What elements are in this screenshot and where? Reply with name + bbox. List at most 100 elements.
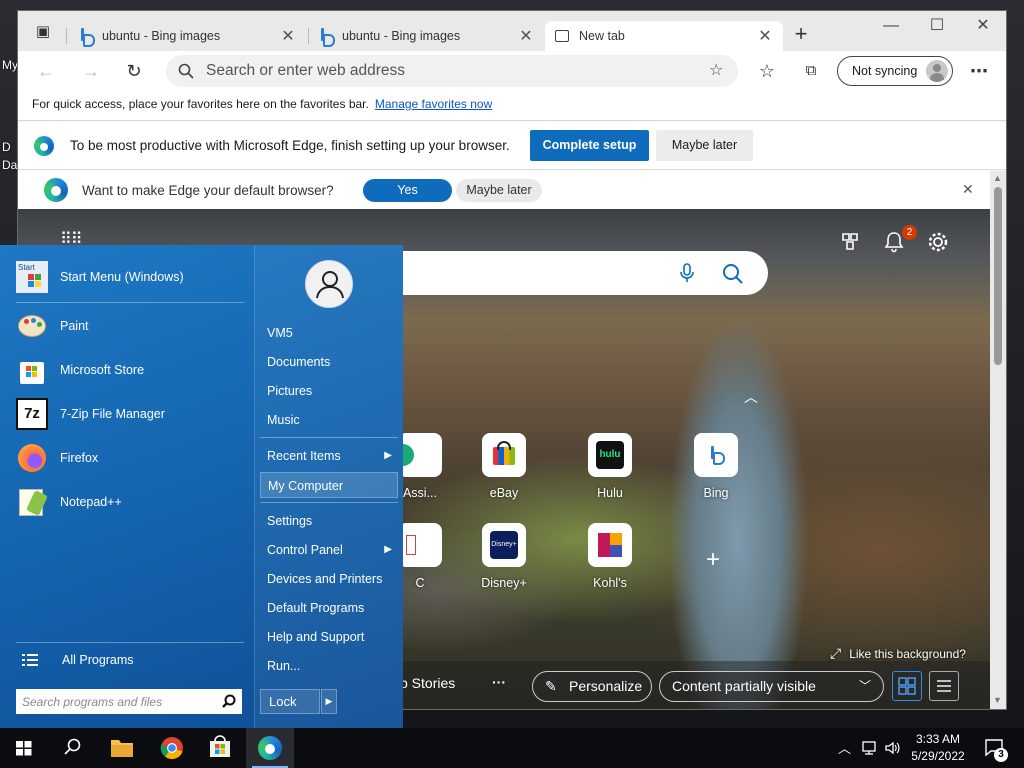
scroll-down-arrow-icon[interactable]: ▼	[993, 695, 1002, 705]
forward-button[interactable]: →	[76, 56, 106, 86]
tab-close-icon[interactable]: ✕	[757, 26, 773, 46]
grid-layout-button[interactable]	[892, 671, 922, 701]
search-icon[interactable]	[222, 694, 236, 708]
system-clock[interactable]: 3:33 AM 5/29/2022	[906, 731, 970, 765]
complete-setup-button[interactable]: Complete setup	[530, 130, 649, 161]
tab-close-icon[interactable]: ✕	[518, 26, 534, 46]
content-visibility-label: Content partially visible	[672, 678, 816, 694]
tab-new-tab[interactable]: New tab ✕	[545, 21, 783, 51]
start-link-help-support[interactable]: Help and Support	[260, 624, 398, 650]
start-button[interactable]	[0, 728, 48, 768]
tab-ubuntu-bing-1[interactable]: ubuntu - Bing images ✕	[70, 21, 306, 51]
list-icon	[22, 652, 38, 668]
show-hidden-icons-chevron-up-icon[interactable]: ︿	[838, 738, 851, 757]
search-submit-icon[interactable]	[722, 263, 744, 285]
user-avatar-icon[interactable]	[305, 260, 353, 308]
default-maybe-later-button[interactable]: Maybe later	[456, 179, 542, 202]
add-favorite-icon[interactable]: ☆	[709, 60, 723, 80]
collections-icon[interactable]: ⧉	[796, 56, 826, 86]
page-settings-gear-icon[interactable]	[927, 231, 949, 253]
close-window-button[interactable]: ✕	[960, 11, 1006, 45]
tile-label: Bing	[703, 486, 729, 500]
start-icon	[16, 741, 32, 756]
quick-link-tile-ebay[interactable]: eBay	[472, 433, 536, 500]
list-layout-button[interactable]	[929, 671, 959, 701]
manage-favorites-link[interactable]: Manage favorites now	[375, 97, 492, 111]
taskbar-edge[interactable]	[246, 728, 294, 768]
start-menu-item-start-menu-windows[interactable]: Start Start Menu (Windows)	[16, 259, 184, 295]
taskbar-store[interactable]	[196, 728, 244, 768]
start-link-run[interactable]: Run...	[260, 653, 398, 679]
notifications-bell-icon[interactable]	[884, 231, 904, 253]
new-tab-button[interactable]: +	[786, 19, 816, 49]
firefox-icon	[16, 442, 48, 474]
start-link-music[interactable]: Music	[260, 407, 398, 433]
feed-more-button[interactable]: ···	[492, 674, 506, 690]
taskbar-search-button[interactable]	[48, 728, 96, 768]
quick-link-tile-disney[interactable]: Disney+ Disney+	[472, 523, 536, 590]
start-menu-item-paint[interactable]: Paint	[16, 308, 89, 344]
refresh-button[interactable]: ↻	[119, 56, 149, 86]
address-bar[interactable]: ☆	[166, 55, 738, 87]
like-background-link[interactable]: ⤢ Like this background?	[830, 645, 966, 662]
paint-icon	[16, 310, 48, 342]
tab-strip: ▣ ubuntu - Bing images ✕ ubuntu - Bing i…	[18, 11, 1006, 51]
content-visibility-dropdown[interactable]: Content partially visible ﹀	[659, 671, 884, 702]
start-menu-item-firefox[interactable]: Firefox	[16, 440, 98, 476]
favorites-icon[interactable]: ☆	[752, 56, 782, 86]
start-link-default-programs[interactable]: Default Programs	[260, 595, 398, 621]
page-scrollbar[interactable]: ▲ ▼	[990, 171, 1006, 709]
start-menu-item-notepadpp[interactable]: Notepad++	[16, 484, 122, 520]
lock-button[interactable]: Lock	[260, 689, 320, 714]
start-link-pictures[interactable]: Pictures	[260, 378, 398, 404]
tab-actions-icon[interactable]: ▣	[28, 17, 58, 47]
action-center-button[interactable]: 3	[980, 736, 1008, 762]
like-background-text: Like this background?	[849, 647, 966, 661]
personalize-button[interactable]: ✎ Personalize	[532, 671, 652, 702]
back-button[interactable]: ←	[31, 56, 61, 86]
start-search-box[interactable]	[16, 689, 242, 714]
top-stories-tab[interactable]: p Stories	[400, 675, 455, 691]
start-link-devices-printers[interactable]: Devices and Printers	[260, 566, 398, 592]
c-site-icon	[398, 523, 442, 567]
taskbar-chrome[interactable]	[148, 728, 196, 768]
start-link-settings[interactable]: Settings	[260, 508, 398, 534]
voice-search-icon[interactable]	[680, 263, 694, 283]
network-icon[interactable]	[861, 740, 879, 756]
start-menu-item-7zip[interactable]: 7z 7-Zip File Manager	[16, 396, 165, 432]
taskbar-file-explorer[interactable]	[98, 728, 146, 768]
start-link-vm5[interactable]: VM5	[260, 320, 398, 346]
start-menu-item-label: Notepad++	[60, 495, 122, 509]
bing-icon	[320, 28, 335, 47]
maximize-button[interactable]: ☐	[914, 11, 960, 45]
start-link-control-panel[interactable]: Control Panel ▶	[260, 537, 398, 563]
add-shortcut-button[interactable]: +	[706, 546, 720, 574]
default-yes-button[interactable]: Yes	[363, 179, 452, 202]
start-link-documents[interactable]: Documents	[260, 349, 398, 375]
tab-ubuntu-bing-2[interactable]: ubuntu - Bing images ✕	[310, 21, 544, 51]
volume-icon[interactable]	[884, 740, 902, 756]
settings-more-button[interactable]: ⋯	[964, 56, 994, 86]
address-input[interactable]	[206, 61, 686, 81]
scroll-up-arrow-icon[interactable]: ▲	[993, 173, 1002, 183]
profile-sync-button[interactable]: Not syncing	[837, 56, 953, 86]
setup-maybe-later-button[interactable]: Maybe later	[656, 130, 753, 161]
start-link-recent-items[interactable]: Recent Items ▶	[260, 443, 398, 469]
setup-banner: To be most productive with Microsoft Edg…	[18, 122, 1006, 170]
start-menu-item-microsoft-store[interactable]: Microsoft Store	[16, 352, 144, 388]
start-search-input[interactable]	[22, 693, 212, 710]
start-link-my-computer[interactable]: My Computer	[260, 472, 398, 498]
quick-link-tile-hulu[interactable]: hulu Hulu	[578, 433, 642, 500]
power-options-arrow-icon[interactable]: ▶	[321, 689, 337, 714]
minimize-button[interactable]: —	[868, 11, 914, 45]
notepadpp-icon	[16, 486, 48, 518]
clock-date: 5/29/2022	[911, 749, 965, 763]
rewards-icon[interactable]	[840, 231, 860, 251]
quick-link-tile-bing[interactable]: Bing	[684, 433, 748, 500]
scrollbar-thumb[interactable]	[994, 187, 1002, 365]
all-programs-button[interactable]: All Programs	[16, 642, 134, 678]
tab-close-icon[interactable]: ✕	[280, 26, 296, 46]
collapse-chevron-up-icon[interactable]: ︿	[744, 387, 758, 407]
quick-link-tile-kohls[interactable]: Kohl's	[578, 523, 642, 590]
close-banner-icon[interactable]: ✕	[962, 181, 974, 198]
